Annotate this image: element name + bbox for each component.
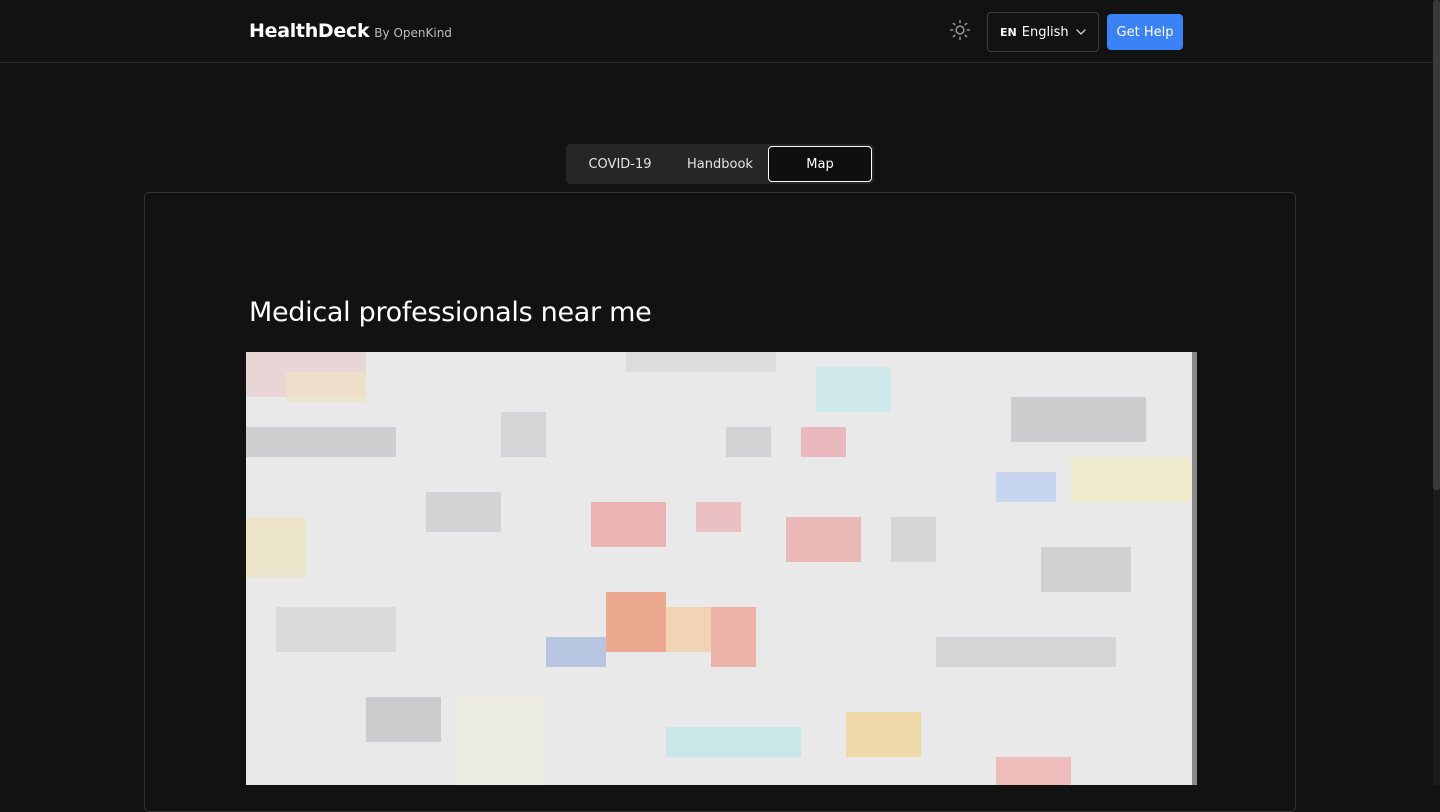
map-block bbox=[936, 637, 1116, 667]
map-block bbox=[696, 502, 741, 532]
page-title: Medical professionals near me bbox=[249, 297, 652, 328]
sun-icon bbox=[949, 19, 971, 45]
map-block bbox=[1071, 457, 1191, 502]
map-block bbox=[726, 427, 771, 457]
map-block bbox=[426, 492, 501, 532]
map-block bbox=[666, 727, 801, 757]
map-block bbox=[1011, 397, 1146, 442]
section-tabs: COVID-19 Handbook Map bbox=[566, 144, 874, 184]
map-block bbox=[366, 697, 441, 742]
brand-logo[interactable]: HealthDeck By OpenKind bbox=[249, 20, 452, 42]
top-navbar: HealthDeck By OpenKind EN English Get He… bbox=[0, 0, 1440, 63]
map-view[interactable] bbox=[246, 352, 1197, 785]
map-block bbox=[246, 517, 306, 577]
map-block bbox=[606, 592, 666, 652]
map-block bbox=[286, 372, 366, 402]
theme-toggle-button[interactable] bbox=[946, 18, 974, 46]
map-block bbox=[786, 517, 861, 562]
language-label: English bbox=[1021, 24, 1069, 40]
map-block bbox=[846, 712, 921, 757]
brand-subtitle: By OpenKind bbox=[374, 26, 452, 40]
map-block bbox=[501, 412, 546, 457]
tab-covid-19[interactable]: COVID-19 bbox=[574, 144, 666, 184]
map-block bbox=[996, 757, 1071, 785]
map-block bbox=[711, 607, 756, 667]
map-block bbox=[456, 697, 546, 785]
map-block bbox=[891, 517, 936, 562]
map-block bbox=[546, 637, 606, 667]
language-select[interactable]: EN English bbox=[987, 12, 1099, 52]
map-block bbox=[591, 502, 666, 547]
map-block bbox=[801, 427, 846, 457]
map-block bbox=[626, 352, 776, 372]
tab-map[interactable]: Map bbox=[768, 146, 872, 182]
scrollbar-thumb[interactable] bbox=[1433, 0, 1440, 490]
map-block bbox=[816, 367, 891, 412]
tab-handbook[interactable]: Handbook bbox=[672, 144, 768, 184]
map-block bbox=[666, 607, 711, 652]
map-block bbox=[276, 607, 396, 652]
get-help-button[interactable]: Get Help bbox=[1107, 14, 1183, 50]
map-block bbox=[246, 427, 396, 457]
map-block bbox=[1041, 547, 1131, 592]
language-code: EN bbox=[1000, 25, 1017, 39]
page-scrollbar[interactable] bbox=[1433, 0, 1440, 785]
brand-name: HealthDeck bbox=[249, 20, 370, 42]
map-block bbox=[996, 472, 1056, 502]
chevron-down-icon bbox=[1076, 28, 1086, 36]
